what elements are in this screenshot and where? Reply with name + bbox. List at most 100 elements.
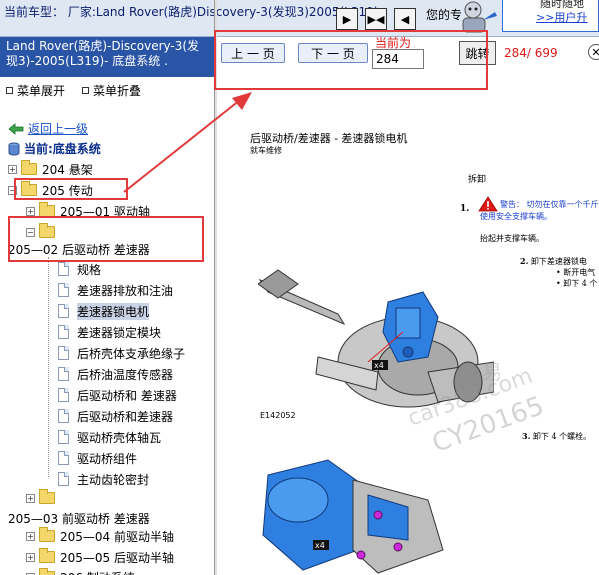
tree-item-label: 206 制动系统 <box>60 569 135 575</box>
document-icon <box>58 472 69 486</box>
nav-prev-button[interactable]: ◀ <box>394 8 416 30</box>
annotation-box-205 <box>14 178 128 200</box>
step-2-number: 2. <box>520 256 529 266</box>
tree-doc-item[interactable]: 后桥壳体支承绝缘子 <box>58 344 185 362</box>
step-1-text: 抬起并支撑车辆。 <box>480 234 544 243</box>
warning-label: 警告： <box>500 200 524 209</box>
tree-doc-item[interactable]: 后驱动桥和 差速器 <box>58 386 177 404</box>
expand-icon[interactable]: + <box>26 531 35 541</box>
tree-folder-item[interactable]: + <box>26 489 60 507</box>
tree-item-label: 驱动桥组件 <box>77 451 138 466</box>
step-2: 2. 卸下差速器锁电 <box>520 256 587 267</box>
annotation-box-205-02 <box>8 216 204 262</box>
menu-expand[interactable]: 菜单展开 <box>6 82 65 99</box>
callout-x4-2: x4 <box>315 541 325 550</box>
warning-icon <box>478 196 498 212</box>
folder-icon <box>21 160 37 175</box>
step-3-number: 3. <box>522 431 531 441</box>
tree-folder-item[interactable]: +204 悬架 <box>8 160 93 178</box>
motor-diagram-2: x4 <box>258 455 458 575</box>
tree-folder-item[interactable]: +205—04 前驱动半轴 <box>26 527 174 545</box>
document-icon <box>58 283 69 297</box>
step-1: 1. <box>460 200 469 214</box>
document-icon <box>58 388 69 402</box>
step-1-number: 1. <box>460 204 470 214</box>
tree-doc-item[interactable]: 差速器排放和注油 <box>58 281 173 299</box>
current-category: 当前:底盘系统 <box>8 140 101 157</box>
tree-item-label: 差速器锁电机 <box>77 302 150 320</box>
tree-folder-item[interactable]: 205—03 前驱动桥 差速器 <box>8 509 150 527</box>
car-model-info: 当前车型： 厂家:Land Rover(路虎)Discovery-3(发现3)2… <box>4 5 378 19</box>
section-remove: 拆卸 <box>468 175 487 185</box>
folder-icon <box>39 548 55 563</box>
document-icon <box>58 430 69 444</box>
tree-item-label: 后桥壳体支承绝缘子 <box>77 346 186 361</box>
tree-item-label: 差速器锁定模块 <box>77 325 162 340</box>
warning-body: 切勿在仅靠一个千斤顶 <box>526 200 599 209</box>
tree-item-label: 205—05 后驱动半轴 <box>60 550 174 565</box>
car-model-label: 当前车型： <box>4 5 65 19</box>
document-icon <box>58 346 69 360</box>
tree-doc-item[interactable]: 驱动桥壳体轴瓦 <box>58 428 161 446</box>
tree-item-label: 差速器排放和注油 <box>77 283 174 298</box>
tree-doc-item[interactable]: 规格 <box>58 260 101 278</box>
tree-doc-item[interactable]: 后桥油温度传感器 <box>58 365 173 383</box>
warning-text: 警告： 切勿在仅靠一个千斤顶 <box>500 199 599 210</box>
tree-doc-item[interactable]: 差速器锁电机 <box>58 302 150 320</box>
menu-expand-label: 菜单展开 <box>17 84 66 98</box>
nav-next-button[interactable]: ▶ <box>336 8 358 30</box>
tree-folder-item[interactable]: +206 制动系统 <box>26 568 135 575</box>
nav-toggle-button[interactable]: ▶◀ <box>365 8 387 30</box>
back-link-label: 返回上一级 <box>28 122 89 136</box>
tree-connector <box>48 257 49 477</box>
document-icon <box>58 367 69 381</box>
document-icon <box>58 304 69 318</box>
folder-icon <box>39 489 55 504</box>
tree-doc-item[interactable]: 后驱动桥和差速器 <box>58 407 173 425</box>
database-icon <box>8 142 20 155</box>
step-3-text: 卸下 4 个螺栓。 <box>532 432 592 441</box>
left-header: Land Rover(路虎)-Discovery-3(发现3)-2005(L31… <box>0 37 214 77</box>
tree-folder-item[interactable]: +205—05 后驱动半轴 <box>26 548 174 566</box>
warning-body-2: 使用安全支撑车辆。 <box>480 212 552 221</box>
doc-title: 后驱动桥/差速器 - 差速器锁电机 <box>250 132 408 145</box>
tree-item-label: 主动齿轮密封 <box>77 472 150 487</box>
tree-item-label: 204 悬架 <box>42 162 93 177</box>
document-icon <box>58 325 69 339</box>
figure-id: E142052 <box>260 411 296 420</box>
annotation-box-toolbar <box>214 30 488 90</box>
step-3: 3. 卸下 4 个螺栓。 <box>522 431 591 442</box>
step-2-sub-1-text: 断开电气 <box>563 268 596 277</box>
tree-item-label: 205—04 前驱动半轴 <box>60 529 174 544</box>
document-icon <box>58 262 69 276</box>
square-icon <box>6 87 13 94</box>
callout-x4-1: x4 <box>374 361 384 370</box>
folder-icon <box>39 527 55 542</box>
square-icon <box>82 87 89 94</box>
tree-item-label: 后驱动桥和差速器 <box>77 409 174 424</box>
step-2-sub-2-text: 卸下 4 个 <box>563 279 598 288</box>
expand-icon[interactable]: + <box>26 552 35 562</box>
tree-item-label: 后桥油温度传感器 <box>77 367 174 382</box>
annotation-arrow-icon <box>123 92 252 193</box>
folder-icon <box>39 568 55 575</box>
tree-doc-item[interactable]: 主动齿轮密封 <box>58 470 149 488</box>
current-category-label: 当前:底盘系统 <box>24 142 101 156</box>
car-model-value: 厂家:Land Rover(路虎)Discovery-3(发现3)2005(L3… <box>67 5 379 19</box>
tree-item-label: 规格 <box>77 262 102 277</box>
step-2-sub-2: • 卸下 4 个 <box>556 279 598 288</box>
user-upgrade-link[interactable]: >>用户升 <box>536 9 587 25</box>
close-icon[interactable]: ✕ <box>588 44 599 60</box>
expand-icon[interactable]: + <box>26 493 35 503</box>
tree-doc-item[interactable]: 差速器锁定模块 <box>58 323 161 341</box>
expand-icon[interactable]: + <box>8 164 17 174</box>
document-icon <box>58 409 69 423</box>
tree-item-label: 205—03 前驱动桥 差速器 <box>8 511 150 526</box>
expand-icon[interactable]: + <box>26 206 35 216</box>
page-count: 284/ 699 <box>504 46 558 60</box>
tree-doc-item[interactable]: 驱动桥组件 <box>58 449 137 467</box>
document-icon <box>58 451 69 465</box>
tree-item-label: 后驱动桥和 差速器 <box>77 388 177 403</box>
step-2-text: 卸下差速器锁电 <box>530 257 587 266</box>
back-link[interactable]: 返回上一级 <box>8 120 88 137</box>
